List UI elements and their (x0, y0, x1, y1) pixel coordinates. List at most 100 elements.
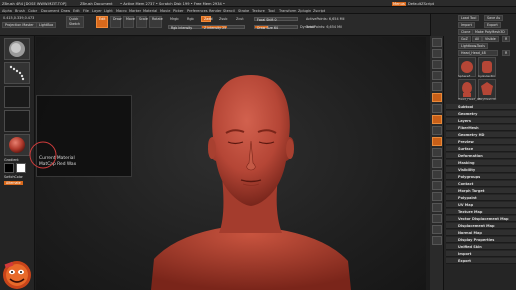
menu-edit[interactable]: Edit (73, 9, 80, 13)
menu-import[interactable]: Import (458, 252, 471, 256)
menu-layer[interactable]: Layer (92, 9, 102, 13)
z-intensity-slider[interactable]: Z Intensity 25 (201, 25, 245, 30)
menu-preferences[interactable]: Preferences (187, 9, 208, 13)
move-view-icon[interactable] (432, 159, 442, 168)
current-tool-name[interactable]: Head_Head_48 (458, 50, 498, 56)
menu-preview[interactable]: Preview (458, 140, 474, 144)
menu-polygroups[interactable]: Polygroups (458, 175, 480, 179)
menu-morph-target[interactable]: Morph Target (458, 189, 484, 193)
menu-vector-displacement-map[interactable]: Vector Displacement Map (458, 217, 508, 221)
menu-alpha[interactable]: Alpha (2, 9, 12, 13)
menu-material[interactable]: Material (143, 9, 157, 13)
r2-button[interactable]: R (502, 50, 511, 56)
menu-fibermesh[interactable]: FiberMesh (458, 126, 479, 130)
xpose-icon[interactable] (432, 236, 442, 245)
lightbox-button[interactable]: LightBox (36, 22, 57, 28)
zcut-button[interactable]: Zcut (236, 17, 244, 21)
import-button[interactable]: Import (458, 22, 475, 28)
zadd-button[interactable]: Zadd (201, 16, 212, 22)
menus-toggle[interactable]: Menus (392, 1, 406, 6)
menu-transform[interactable]: Transform (279, 9, 296, 13)
menu-uv-map[interactable]: UV Map (458, 203, 473, 207)
focal-shift-slider[interactable]: Focal Shift 0 (254, 17, 298, 22)
menu-tool[interactable]: Tool (268, 9, 275, 13)
floor-icon[interactable] (432, 104, 442, 113)
r-button[interactable]: R (502, 36, 511, 42)
menu-layers[interactable]: Layers (458, 119, 471, 123)
local-icon[interactable] (432, 115, 442, 124)
menu-export[interactable]: Export (458, 259, 471, 263)
rotate-button[interactable]: Rotate (149, 16, 163, 28)
menu-polypaint[interactable]: Polypaint (458, 196, 477, 200)
edit-button[interactable]: Edit (96, 16, 108, 28)
bpr-icon[interactable] (432, 38, 442, 47)
export-button[interactable]: Export (484, 22, 501, 28)
scale-view-icon[interactable] (432, 170, 442, 179)
menu-picker[interactable]: Picker (173, 9, 183, 13)
menu-displacement-map[interactable]: Displacement Map (458, 224, 494, 228)
switch-color-button[interactable]: SwitchColor (4, 175, 23, 179)
stroke-selector[interactable] (4, 62, 30, 84)
menu-stencil[interactable]: Stencil (223, 9, 235, 13)
primary-color-swatch[interactable] (4, 163, 14, 173)
menu-zplugin[interactable]: Zplugin (298, 9, 311, 13)
menu-file[interactable]: File (83, 9, 89, 13)
save-as-button[interactable]: Save As (484, 15, 504, 21)
goz-button[interactable]: GoZ (458, 36, 471, 42)
visible-button[interactable]: Visible (482, 36, 499, 42)
lightbox-tools-button[interactable]: Lightbox▸Tools (458, 43, 488, 49)
move-button[interactable]: Move (123, 16, 135, 28)
menu-visibility[interactable]: Visibility (458, 168, 475, 172)
load-tool-button[interactable]: Load Tool (458, 15, 480, 21)
alpha-selector[interactable] (4, 86, 30, 108)
menu-light[interactable]: Light (104, 9, 113, 13)
material-selector[interactable] (4, 134, 30, 156)
menu-color[interactable]: Color (28, 9, 37, 13)
solo-icon[interactable] (432, 225, 442, 234)
menu-surface[interactable]: Surface (458, 147, 473, 151)
menu-movie[interactable]: Movie (160, 9, 170, 13)
polyf-icon[interactable] (432, 192, 442, 201)
menu-brush[interactable]: Brush (15, 9, 25, 13)
scroll-icon[interactable] (432, 49, 442, 58)
gradient-label[interactable]: Gradient (4, 158, 19, 162)
xyz-icon[interactable] (432, 137, 442, 146)
menu-display-properties[interactable]: Display Properties (458, 238, 494, 242)
menu-render[interactable]: Render (209, 9, 221, 13)
transp-icon[interactable] (432, 203, 442, 212)
quick-sketch-button[interactable]: Quick Sketch (66, 16, 84, 28)
zoom-icon[interactable] (432, 60, 442, 69)
frame-icon[interactable] (432, 148, 442, 157)
alternate-button[interactable]: Alternate (4, 181, 23, 185)
menu-deformation[interactable]: Deformation (458, 154, 483, 158)
menu-unified-skin[interactable]: Unified Skin (458, 245, 482, 249)
menu-normal-map[interactable]: Normal Map (458, 231, 482, 235)
persp-icon[interactable] (432, 93, 442, 102)
mrgb-toggle[interactable]: Mrgb (170, 17, 179, 21)
draw-button[interactable]: Draw (110, 16, 122, 28)
zsub-button[interactable]: Zsub (219, 17, 227, 21)
tool-thumb-head[interactable] (458, 79, 476, 99)
ghost-icon[interactable] (432, 214, 442, 223)
menu-masking[interactable]: Masking (458, 161, 474, 165)
menu-marker[interactable]: Marker (129, 9, 141, 13)
aahalf-icon[interactable] (432, 82, 442, 91)
lsym-icon[interactable] (432, 126, 442, 135)
menu-texture[interactable]: Texture (252, 9, 265, 13)
all-button[interactable]: All (472, 36, 483, 42)
actual-icon[interactable] (432, 71, 442, 80)
tool-thumb-polymesh[interactable] (478, 79, 496, 99)
scale-button[interactable]: Scale (136, 16, 148, 28)
secondary-color-swatch[interactable] (16, 163, 26, 173)
rotate-view-icon[interactable] (432, 181, 442, 190)
menu-geometry[interactable]: Geometry (458, 112, 477, 116)
menu-subtool[interactable]: Subtool (458, 105, 473, 109)
menu-geometry-hd[interactable]: Geometry HD (458, 133, 484, 137)
menu-document[interactable]: Document (41, 9, 59, 13)
texture-selector[interactable] (4, 110, 30, 132)
menu-texture-map[interactable]: Texture Map (458, 210, 482, 214)
make-polymesh3d-button[interactable]: Make PolyMesh3D (472, 29, 508, 35)
projection-master-button[interactable]: Projection Master (2, 22, 37, 28)
menu-stroke[interactable]: Stroke (238, 9, 249, 13)
draw-size-slider[interactable]: Draw Size 64 (254, 25, 298, 30)
